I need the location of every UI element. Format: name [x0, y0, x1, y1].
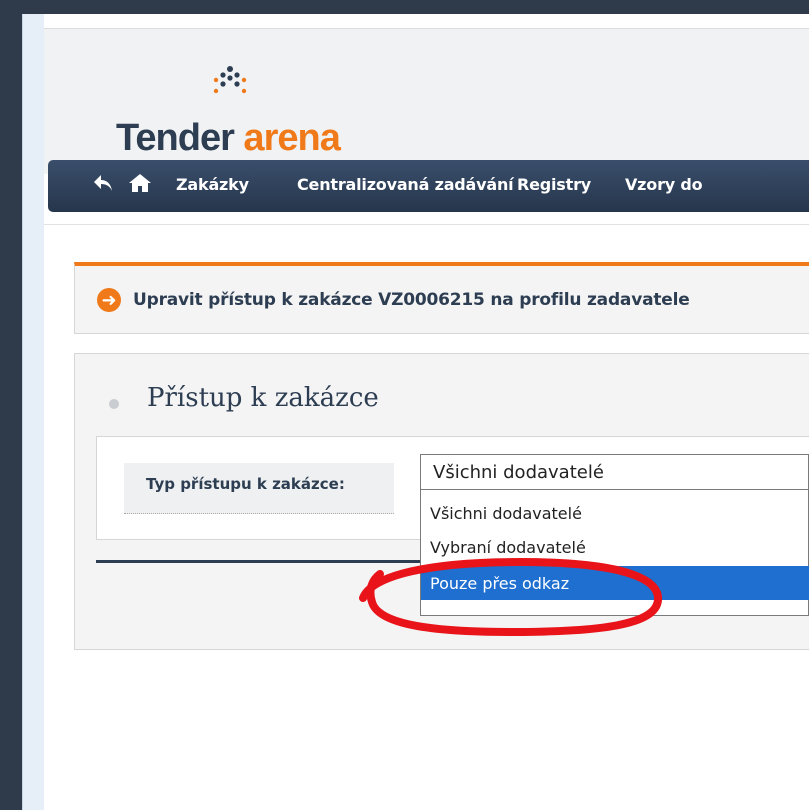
- section-rule: [96, 560, 426, 563]
- arrow-right-circle-icon: ➜: [97, 288, 121, 312]
- back-arrow-icon[interactable]: [92, 172, 114, 200]
- option-vybrani-dodavatele[interactable]: Vybraní dodavatelé: [421, 530, 809, 564]
- option-vsichni-dodavatele[interactable]: Všichni dodavatelé: [421, 496, 809, 530]
- option-pouze-pres-odkaz[interactable]: Pouze přes odkaz: [421, 566, 809, 600]
- option-label: Pouze přes odkaz: [430, 574, 570, 593]
- logo-word-1: Tender: [116, 117, 235, 159]
- access-type-dropdown: Všichni dodavatelé Vybraní dodavatelé Po…: [420, 490, 809, 616]
- main-nav: Zakázky Centralizovaná zadávání Registry…: [48, 160, 809, 212]
- access-type-select[interactable]: Všichni dodavatelé: [420, 454, 809, 490]
- bullet-icon: [109, 399, 119, 409]
- logo-word-2: arena: [233, 117, 340, 159]
- window-side-strip: [22, 14, 45, 810]
- site-header: Tender arena: [44, 28, 809, 174]
- home-icon[interactable]: [128, 172, 152, 200]
- select-current-value: Všichni dodavatelé: [433, 462, 604, 483]
- site-logo[interactable]: Tender arena: [116, 117, 341, 160]
- nav-item-centralizovana-zadavani[interactable]: Centralizovaná zadávání: [297, 175, 514, 194]
- option-label: Všichni dodavatelé: [430, 504, 582, 523]
- section-title: Přístup k zakázce: [147, 383, 379, 413]
- divider: [44, 224, 809, 225]
- info-bar: ➜ Upravit přístup k zakázce VZ0006215 na…: [74, 262, 809, 334]
- info-text: Upravit přístup k zakázce VZ0006215 na p…: [133, 290, 690, 310]
- window-frame-top: [0, 0, 809, 14]
- field-label-cell: Typ přístupu k zakázce:: [124, 463, 394, 514]
- field-label: Typ přístupu k zakázce:: [146, 475, 345, 493]
- nav-item-vzory[interactable]: Vzory do: [625, 175, 703, 194]
- option-label: Vybraní dodavatelé: [430, 538, 586, 557]
- logo-dots-icon: [213, 66, 247, 94]
- page: Tender arena Zakázky Centralizovaná zadá…: [44, 14, 809, 810]
- nav-item-zakazky[interactable]: Zakázky: [176, 175, 249, 194]
- nav-item-registry[interactable]: Registry: [517, 175, 591, 194]
- window-frame-left: [0, 0, 22, 810]
